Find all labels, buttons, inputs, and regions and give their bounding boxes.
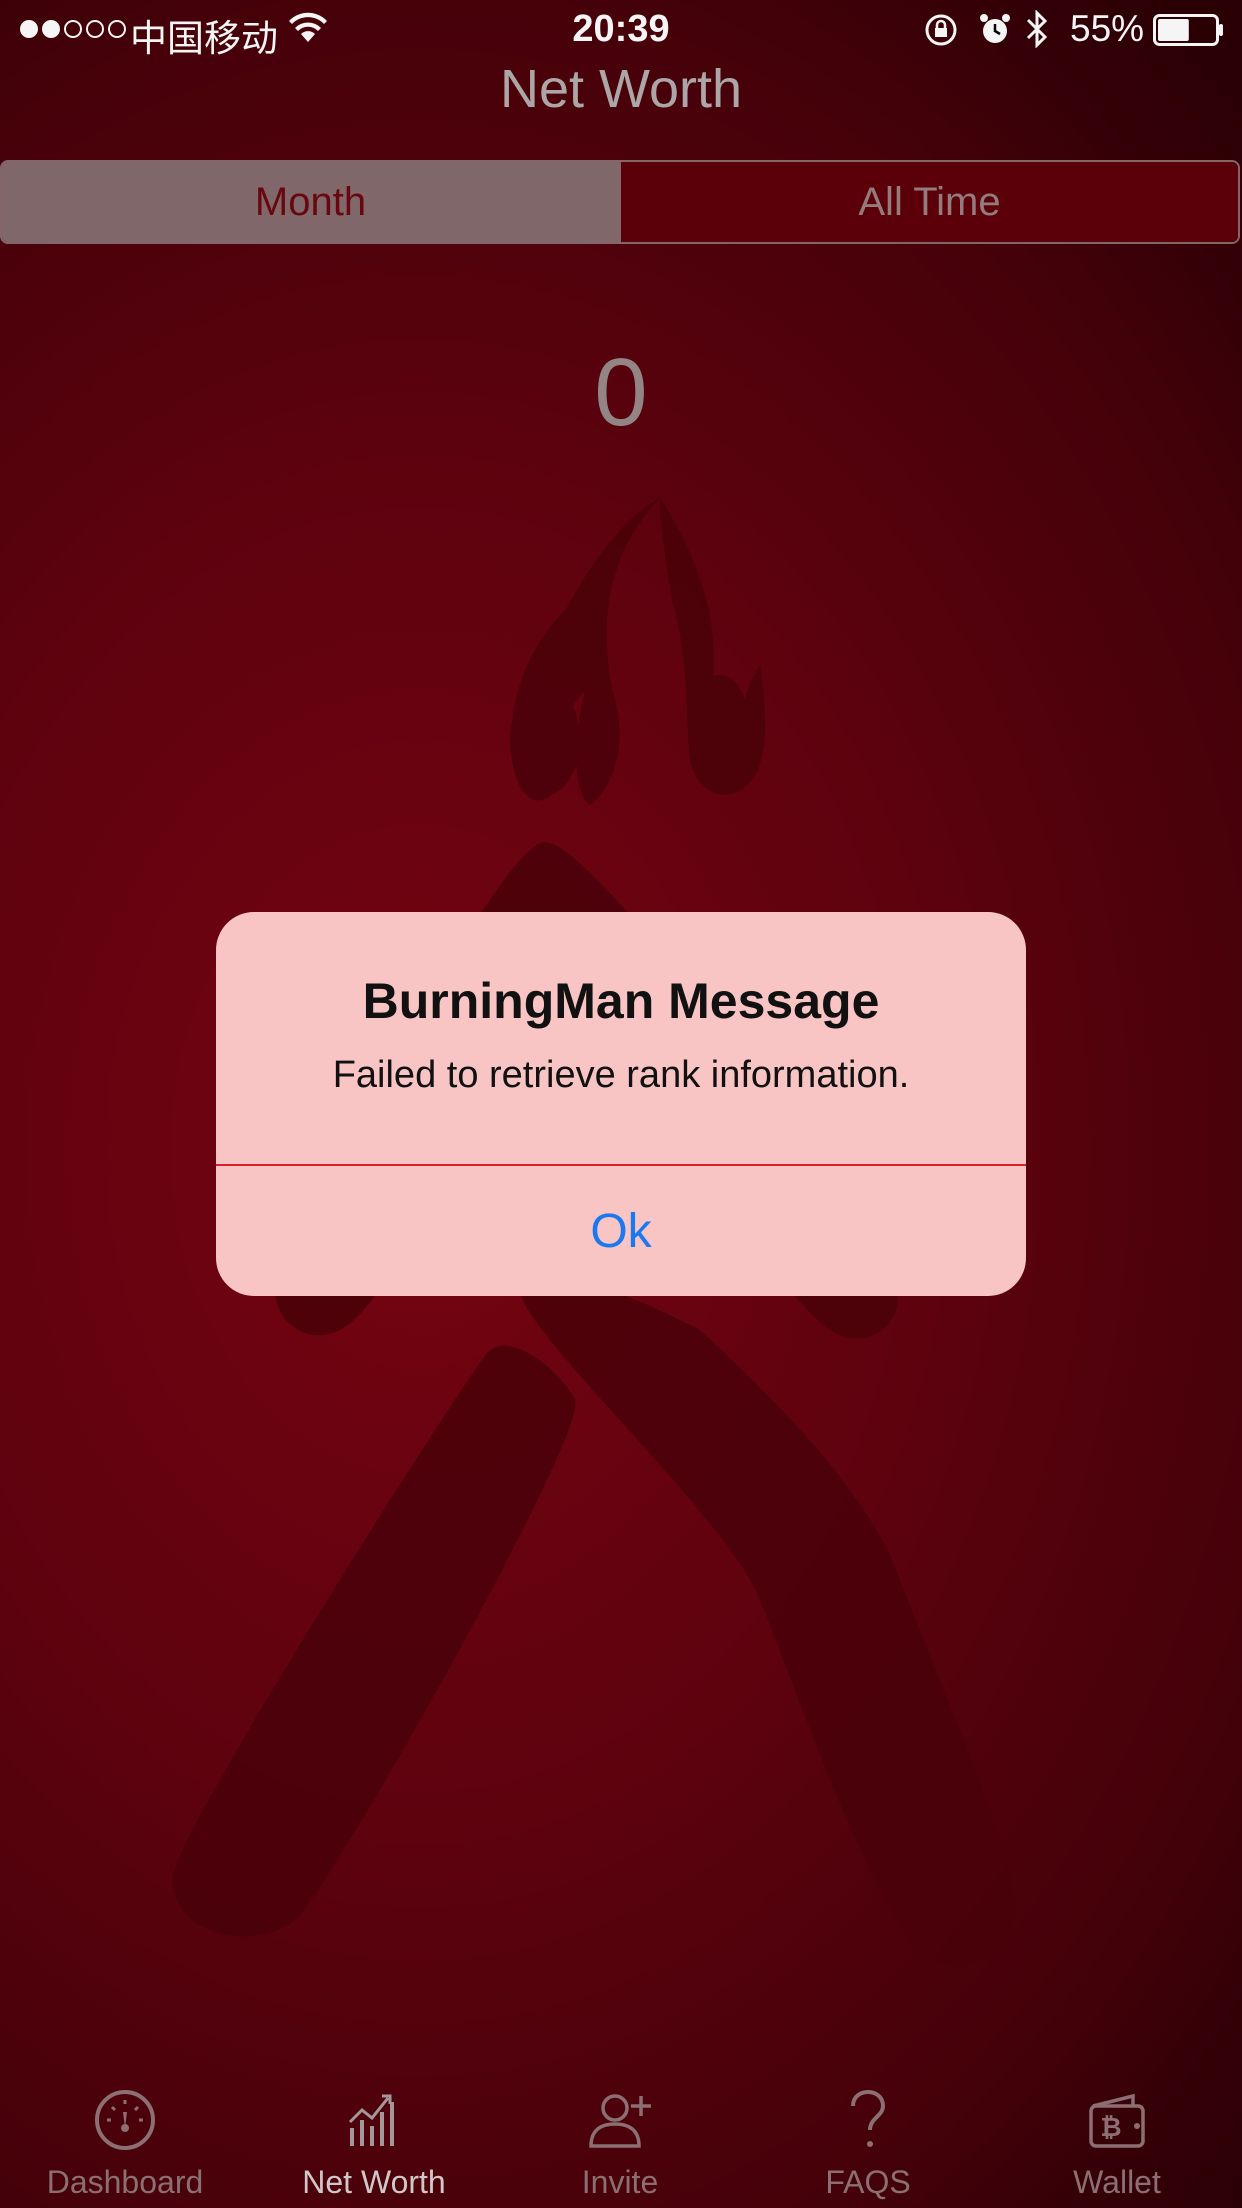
alert-dialog: BurningMan Message Failed to retrieve ra… (216, 912, 1026, 1296)
tab-wallet[interactable]: ₿ Wallet (992, 2070, 1242, 2208)
tab-label: Invite (581, 2164, 659, 2200)
question-icon (851, 2089, 886, 2147)
tab-label: FAQS (825, 2164, 911, 2200)
svg-text:₿: ₿ (1100, 2113, 1121, 2143)
gauge-icon (95, 2090, 155, 2150)
chart-icon (348, 2094, 394, 2146)
app-screen: 中国移动 20:39 55% Net Worth Month All Time … (0, 0, 1242, 2208)
add-user-icon (589, 2094, 651, 2148)
tab-faqs[interactable]: FAQS (743, 2070, 993, 2208)
tab-label: Net Worth (302, 2164, 446, 2200)
tab-bar: Dashboard Net Worth Invite FAQS ₿ Wallet (0, 2070, 1242, 2208)
alert-title: BurningMan Message (362, 973, 880, 1029)
tab-dashboard[interactable]: Dashboard (0, 2070, 250, 2208)
tab-label: Dashboard (46, 2164, 204, 2200)
ok-button[interactable]: Ok (216, 1166, 1026, 1296)
tab-net-worth[interactable]: Net Worth (249, 2070, 499, 2208)
tab-label: Wallet (1073, 2164, 1161, 2200)
bitcoin-wallet-icon: ₿ (1089, 2093, 1145, 2148)
alert-message: Failed to retrieve rank information. (332, 1054, 910, 1096)
tab-invite[interactable]: Invite (495, 2070, 745, 2208)
